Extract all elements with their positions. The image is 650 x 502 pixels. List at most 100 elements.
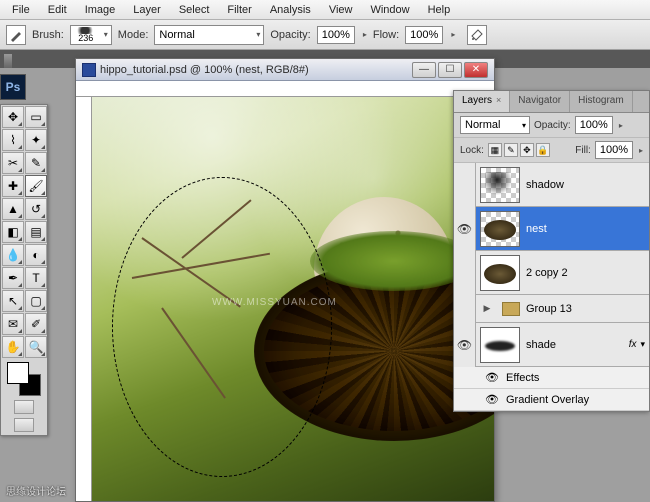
layer-group[interactable]: ▶ Group 13 [454,295,649,323]
quickmask-toggle[interactable] [14,400,34,414]
foreground-color[interactable] [7,362,29,384]
zoom-tool[interactable]: 🔍 [25,336,47,358]
layer-name[interactable]: nest [524,223,649,235]
lock-all-icon[interactable]: 🔒 [536,143,550,157]
layer-name[interactable]: 2 copy 2 [524,267,649,279]
blend-mode-select[interactable]: Normal [154,25,264,45]
eyedropper-tool[interactable]: ✐ [25,313,47,335]
layer-thumb[interactable] [480,211,520,247]
mode-label: Mode: [118,29,149,41]
layer-name[interactable]: shade [524,339,629,351]
menu-layer[interactable]: Layer [125,2,169,18]
blur-tool[interactable]: 💧 [2,244,24,266]
visibility-toggle[interactable] [454,251,476,295]
notes-tool[interactable]: ✉ [2,313,24,335]
menu-help[interactable]: Help [420,2,459,18]
brush-picker[interactable]: 236 [70,25,112,45]
effects-label: Effects [506,372,539,384]
group-name[interactable]: Group 13 [524,303,649,315]
fill-flyout[interactable]: ▸ [639,146,643,155]
type-tool[interactable]: T [25,267,47,289]
slice-tool[interactable]: ✎ [25,152,47,174]
menu-filter[interactable]: Filter [219,2,259,18]
dodge-tool[interactable]: ◐ [25,244,47,266]
canvas[interactable]: WWW.MISSYUAN.COM [92,97,494,501]
layer-row[interactable]: 2 copy 2 [454,251,649,295]
menu-view[interactable]: View [321,2,361,18]
effect-item[interactable]: 👁 Gradient Overlay [454,389,649,411]
document-title: hippo_tutorial.psd @ 100% (nest, RGB/8#) [100,64,309,76]
fx-badge[interactable]: fx [629,339,637,350]
tab-handle[interactable] [4,54,12,68]
close-button[interactable]: ✕ [464,62,488,78]
fill-input[interactable]: 100% [595,141,633,159]
maximize-button[interactable]: ☐ [438,62,462,78]
menu-file[interactable]: File [4,2,38,18]
shape-tool[interactable]: ▢ [25,290,47,312]
color-swatches[interactable] [7,362,41,396]
crop-tool[interactable]: ✂ [2,152,24,174]
watermark-url: WWW.MISSYUAN.COM [212,297,337,308]
document-titlebar[interactable]: hippo_tutorial.psd @ 100% (nest, RGB/8#)… [76,59,494,81]
airbrush-toggle[interactable] [467,25,487,45]
menu-analysis[interactable]: Analysis [262,2,319,18]
tool-preset-icon[interactable] [6,25,26,45]
healing-tool[interactable]: ✚ [2,175,24,197]
eraser-tool[interactable]: ◧ [2,221,24,243]
screenmode-toggle[interactable] [14,418,34,432]
flow-input[interactable]: 100% [405,26,443,44]
menu-bar: File Edit Image Layer Select Filter Anal… [0,0,650,20]
ruler-vertical[interactable] [76,97,92,501]
visibility-toggle[interactable]: 👁 [484,371,500,384]
menu-image[interactable]: Image [77,2,124,18]
layer-thumb[interactable] [480,255,520,291]
layer-blend-mode[interactable]: Normal [460,116,530,134]
layer-opacity-flyout[interactable]: ▸ [619,121,623,130]
layer-thumb[interactable] [480,167,520,203]
history-brush-tool[interactable]: ↺ [25,198,47,220]
lock-transparency-icon[interactable]: ▦ [488,143,502,157]
menu-select[interactable]: Select [171,2,218,18]
layer-opacity-input[interactable]: 100% [575,116,613,134]
menu-window[interactable]: Window [362,2,417,18]
layer-row[interactable]: 👁 shade fx ▾ [454,323,649,367]
visibility-toggle[interactable]: 👁 [454,323,476,367]
layer-thumb[interactable] [480,327,520,363]
lock-label: Lock: [460,145,484,156]
tab-navigator[interactable]: Navigator [510,91,570,112]
fx-expand-icon[interactable]: ▾ [640,339,645,350]
ruler-horizontal[interactable] [76,81,494,97]
tab-histogram[interactable]: Histogram [570,91,633,112]
lasso-tool[interactable]: ⌇ [2,129,24,151]
wand-tool[interactable]: ✦ [25,129,47,151]
lock-position-icon[interactable]: ✥ [520,143,534,157]
gradient-tool[interactable]: ▤ [25,221,47,243]
minimize-button[interactable]: — [412,62,436,78]
visibility-toggle[interactable] [454,295,476,323]
visibility-toggle[interactable]: 👁 [454,207,476,251]
folder-icon [502,302,520,316]
path-tool[interactable]: ↖ [2,290,24,312]
layer-row[interactable]: shadow [454,163,649,207]
visibility-toggle[interactable] [454,163,476,207]
layer-name[interactable]: shadow [524,179,649,191]
visibility-toggle[interactable]: 👁 [484,393,500,406]
opacity-input[interactable]: 100% [317,26,355,44]
brush-size-value: 236 [78,34,93,43]
lock-pixels-icon[interactable]: ✎ [504,143,518,157]
pen-tool[interactable]: ✒ [2,267,24,289]
opacity-label: Opacity: [270,29,310,41]
marquee-tool[interactable]: ▭ [25,106,47,128]
brush-tool[interactable]: 🖌 [25,175,47,197]
effects-header[interactable]: 👁 Effects [454,367,649,389]
move-tool[interactable]: ✥ [2,106,24,128]
group-expand-icon[interactable]: ▶ [476,303,498,314]
layer-row[interactable]: 👁 nest [454,207,649,251]
menu-edit[interactable]: Edit [40,2,75,18]
tab-layers[interactable]: Layers [454,91,510,112]
hand-tool[interactable]: ✋ [2,336,24,358]
stamp-tool[interactable]: ▲ [2,198,24,220]
fill-label: Fill: [575,145,591,156]
opacity-flyout-icon[interactable]: ▸ [363,30,367,39]
flow-flyout-icon[interactable]: ▸ [451,30,455,39]
